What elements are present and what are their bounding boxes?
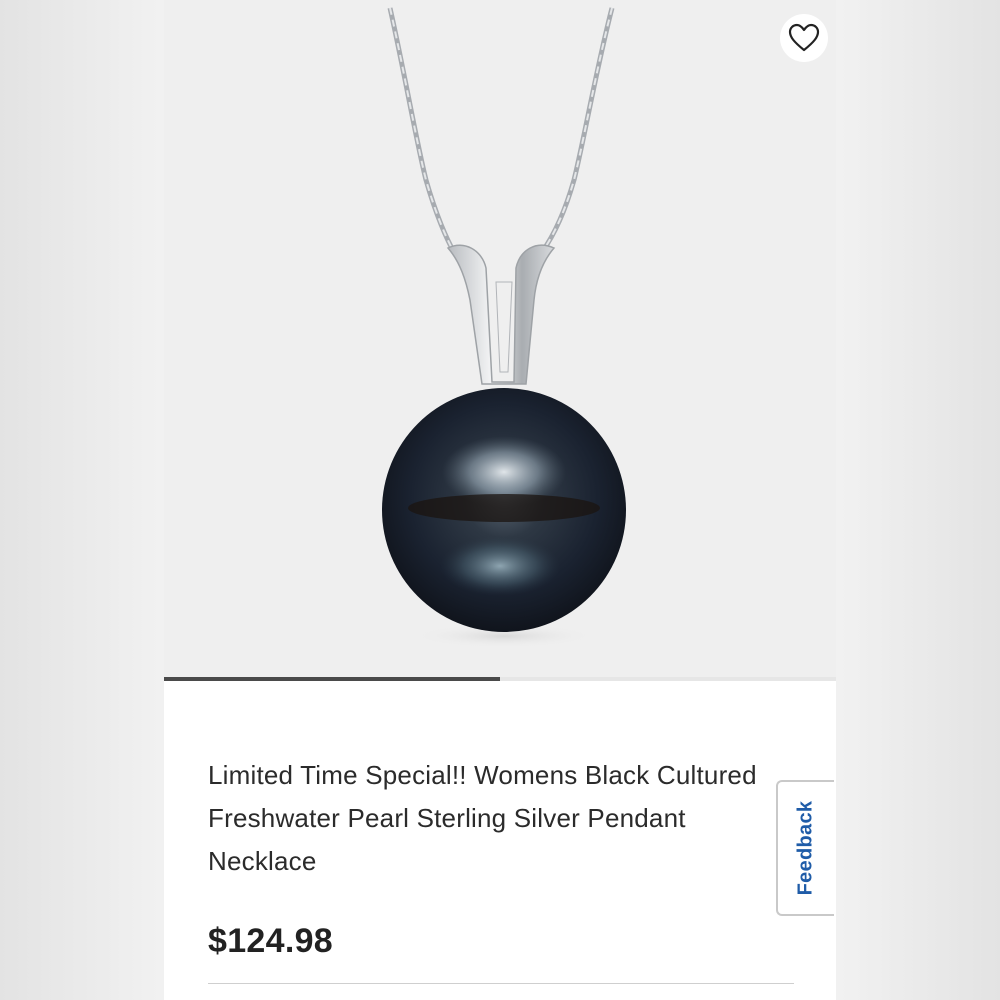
image-carousel-indicator (164, 677, 836, 681)
product-page: Limited Time Special!! Womens Black Cult… (164, 0, 836, 1000)
pendant-bail (446, 244, 556, 385)
chain-left (387, 7, 457, 254)
pearl-pendant-necklace-image (382, 7, 626, 648)
product-price: $124.98 (208, 922, 334, 960)
carousel-progress (164, 677, 500, 681)
black-pearl (382, 388, 626, 632)
page-background: Limited Time Special!! Womens Black Cult… (0, 0, 1000, 1000)
heart-outline-icon (788, 23, 820, 52)
feedback-label: Feedback (794, 800, 817, 896)
feedback-button[interactable]: Feedback (776, 780, 834, 916)
product-title: Limited Time Special!! Womens Black Cult… (208, 760, 757, 876)
chain-right (539, 7, 615, 254)
divider (208, 983, 794, 984)
favorite-button[interactable] (780, 14, 828, 62)
product-image[interactable] (164, 0, 836, 678)
